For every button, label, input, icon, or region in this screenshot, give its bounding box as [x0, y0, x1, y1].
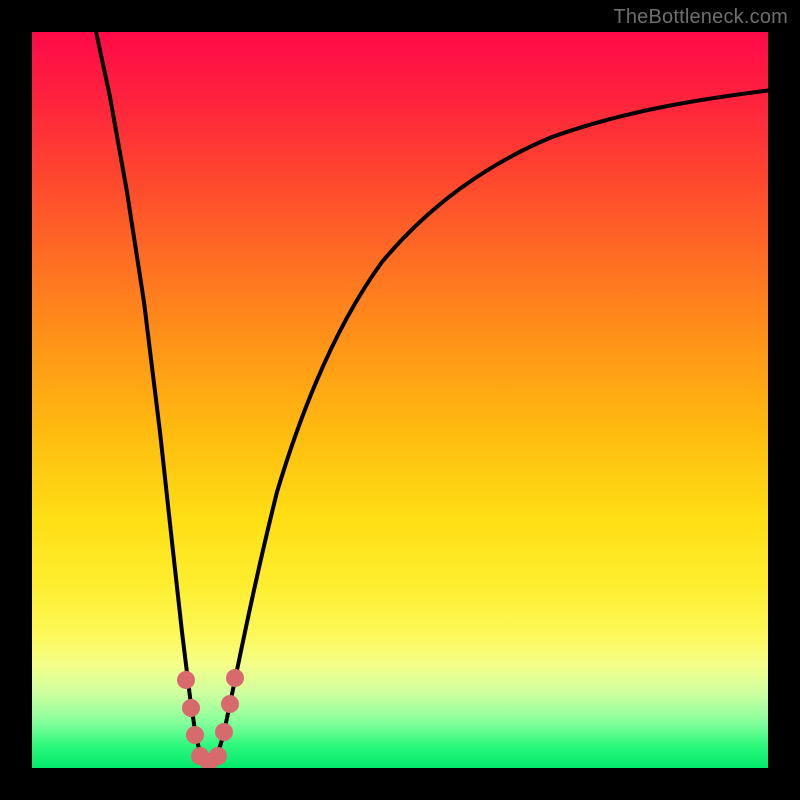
marker-dot	[182, 699, 200, 717]
marker-dot	[215, 723, 233, 741]
marker-dot	[226, 669, 244, 687]
plot-area	[32, 32, 768, 768]
chart-frame: TheBottleneck.com	[0, 0, 800, 800]
watermark-text: TheBottleneck.com	[613, 6, 788, 29]
marker-dot	[186, 726, 204, 744]
bottleneck-curve	[32, 32, 768, 768]
marker-dot	[209, 747, 227, 765]
curve-path	[94, 32, 768, 767]
marker-cluster	[177, 669, 244, 768]
marker-dot	[177, 671, 195, 689]
marker-dot	[221, 695, 239, 713]
